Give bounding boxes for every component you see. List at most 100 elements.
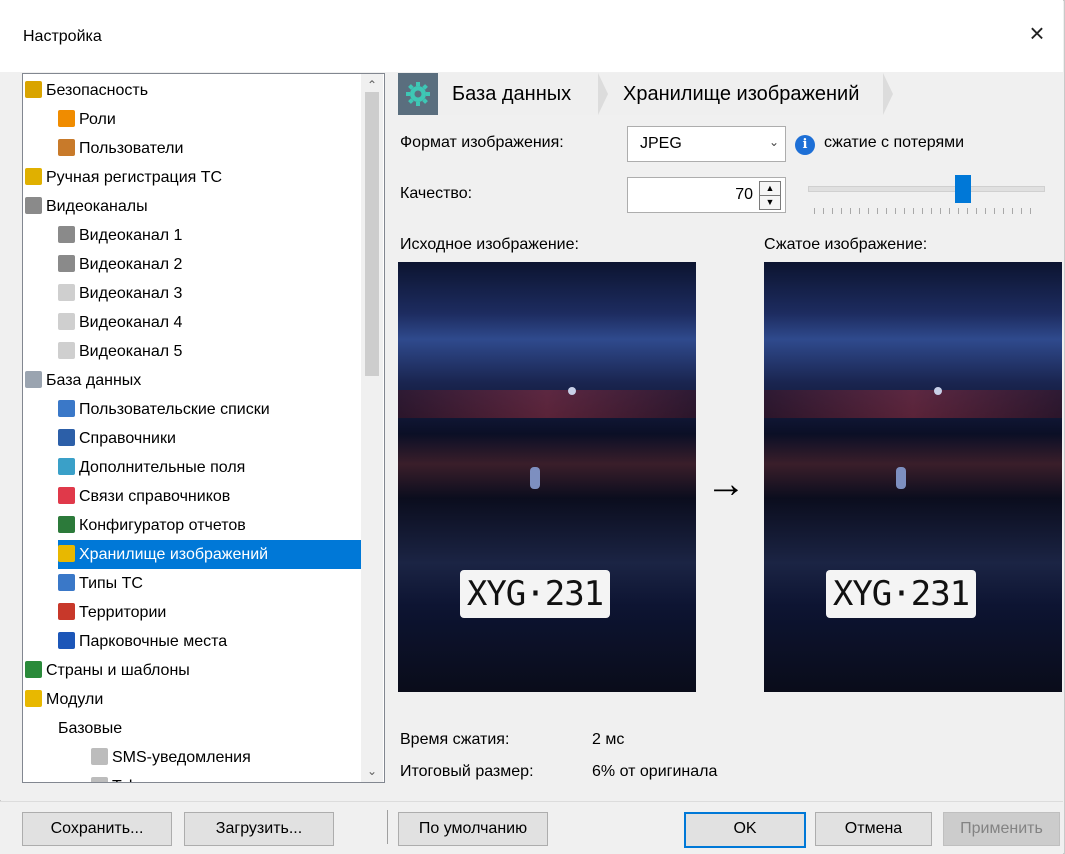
ok-button[interactable]: OK [684,812,806,848]
tree-item[interactable]: Связи справочников [58,482,382,511]
tree-item-label: Конфигуратор отчетов [79,517,246,534]
tree-item-label: Парковочные места [79,633,228,650]
gear-icon[interactable] [398,73,438,115]
chevron-down-icon: ⌄ [768,135,779,149]
tree-item[interactable]: Ручная регистрация ТС [25,163,382,192]
tree-item[interactable]: Типы ТС [58,569,382,598]
breadcrumb-item-image-storage[interactable]: Хранилище изображений [609,73,883,115]
quality-stepper[interactable]: ▲ ▼ [759,181,781,210]
settings-tree[interactable]: Безопасность Роли Пользователи Ручная регис… [22,73,385,783]
cancel-button[interactable]: Отмена [815,812,932,846]
result-size-value: 6% от оригинала [592,763,718,780]
roles-icon [58,110,75,127]
tree-item-label: Видеоканал 5 [79,343,183,360]
camera-icon [58,226,75,243]
info-icon: i [795,135,815,155]
tree-item[interactable]: Telegram-уведомления [91,772,382,782]
compression-time-value: 2 мс [592,731,625,748]
tree-item[interactable]: Пользовательские списки [58,395,382,424]
original-image: XYG·231 [398,262,696,692]
scroll-down-icon[interactable]: ⌄ [361,762,383,780]
quality-slider-ticks [814,208,1036,214]
tree-item[interactable]: Парковочные места [58,627,382,656]
taillight [764,390,1062,418]
tree-item-label: Пользователи [79,140,184,157]
taillight [398,390,696,418]
tree-item-label: Видеоканал 1 [79,227,183,244]
tree-item[interactable]: Видеоканал 5 [58,337,382,366]
tree-item[interactable]: Пользователи [58,134,382,163]
format-value: JPEG [640,135,682,152]
license-plate: XYG·231 [826,570,976,618]
car-detail [934,387,942,395]
quality-slider-thumb[interactable] [955,175,972,203]
tree-item[interactable]: Безопасность [25,76,382,105]
tree-item[interactable]: Базовые [58,714,382,743]
camera-disabled-icon [58,342,75,359]
tree-item-label: SMS-уведомления [112,749,251,766]
original-image-label: Исходное изображение: [400,236,579,253]
separator [387,810,388,844]
tree-item[interactable]: Страны и шаблоны [25,656,382,685]
puzzle-icon [25,690,42,707]
format-select[interactable]: JPEG ⌄ [627,126,786,162]
tree-item[interactable]: База данных [25,366,382,395]
tree-item[interactable]: Видеоканал 2 [58,250,382,279]
save-button[interactable]: Сохранить... [22,812,172,846]
tree-item-label: Типы ТС [79,575,143,592]
camera-disabled-icon [58,284,75,301]
tree-item-label: Безопасность [46,82,149,99]
tree-item-label: Видеоканал 4 [79,314,183,331]
breadcrumb-item-database[interactable]: База данных [438,73,616,115]
scroll-thumb[interactable] [365,92,379,376]
tree-item[interactable]: Роли [58,105,382,134]
tree-item[interactable]: Видеоканал 3 [58,279,382,308]
quality-value: 70 [735,186,753,203]
title-bar: Настройка × [0,0,1063,72]
users-icon [58,139,75,156]
format-label: Формат изображения: [400,134,564,151]
tree-item-label: Базовые [58,720,123,737]
tree-item-label: Страны и шаблоны [46,662,190,679]
globe-icon [25,661,42,678]
tree-item[interactable]: Территории [58,598,382,627]
tree-item[interactable]: Видеоканалы [25,192,382,221]
tree-item-label: Связи справочников [79,488,231,505]
tree-item-label: Видеоканалы [46,198,148,215]
tree-item[interactable]: SMS-уведомления [91,743,382,772]
load-button[interactable]: Загрузить... [184,812,334,846]
books-icon [58,429,75,446]
tree-item[interactable]: Видеоканал 4 [58,308,382,337]
breadcrumb-separator [883,73,893,115]
list-icon [58,400,75,417]
lock-icon [25,81,42,98]
window-title: Настройка [23,28,102,45]
tree-item[interactable]: Справочники [58,424,382,453]
puzzle-gray-icon [91,777,108,782]
stepper-down-icon[interactable]: ▼ [760,196,780,209]
tree-item-label: Пользовательские списки [79,401,270,418]
stepper-up-icon[interactable]: ▲ [760,182,780,196]
tree-scrollbar[interactable]: ⌃ ⌄ [361,74,383,782]
defaults-button[interactable]: По умолчанию [398,812,548,846]
quality-slider-track[interactable] [808,186,1045,192]
tree-item[interactable]: Видеоканал 1 [58,221,382,250]
tree-item[interactable]: Конфигуратор отчетов [58,511,382,540]
arrow-right-icon: → [706,462,746,506]
compression-time-label: Время сжатия: [400,731,510,748]
parking-icon [58,632,75,649]
quality-spinbox[interactable]: 70 ▲ ▼ [627,177,786,213]
links-icon [58,487,75,504]
tree-item-label: Ручная регистрация ТС [46,169,223,186]
territory-icon [58,603,75,620]
tree-item[interactable]: Модули [25,685,382,714]
tree-item-label: Модули [46,691,104,708]
image-storage-icon [58,545,75,562]
tree-item[interactable]: Хранилище изображений [58,540,382,569]
apply-button: Применить [943,812,1060,846]
tree-item-label: Видеоканал 2 [79,256,183,273]
close-icon[interactable]: × [1023,19,1051,47]
tree-item[interactable]: Дополнительные поля [58,453,382,482]
tree-item-label: Справочники [79,430,176,447]
pencil-icon [25,168,42,185]
